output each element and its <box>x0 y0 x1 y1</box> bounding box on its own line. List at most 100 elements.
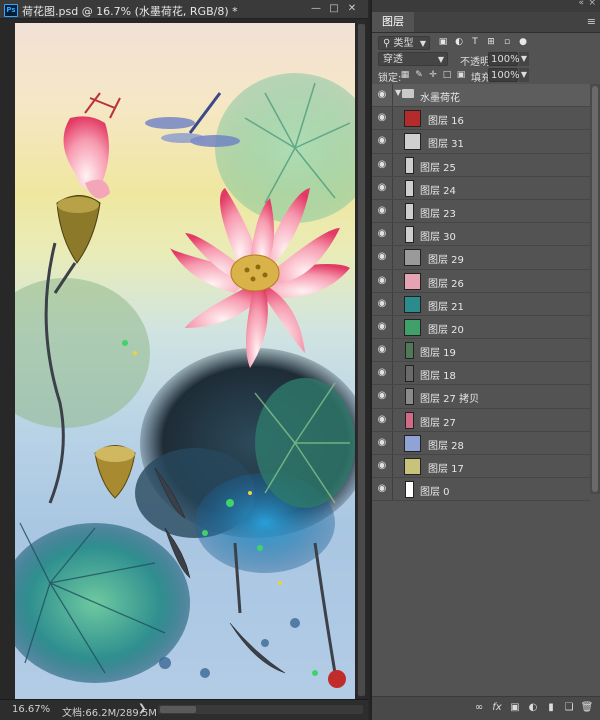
filter-shape-icon[interactable]: ⊞ <box>486 37 496 48</box>
minimize-icon[interactable]: — <box>309 2 323 16</box>
filter-toggle-icon[interactable]: ● <box>518 37 528 48</box>
document-vertical-scrollbar[interactable] <box>357 20 366 698</box>
layer-row[interactable]: ◉ 图层 27 拷贝 <box>372 385 590 409</box>
lock-all-icon[interactable]: ▣ <box>456 69 466 81</box>
layer-style-fx-icon[interactable]: fx <box>490 701 504 715</box>
visibility-eye-icon[interactable]: ◉ <box>376 112 388 124</box>
layer-group-row[interactable]: ◉ ▼ 水墨荷花 <box>372 84 590 108</box>
layer-row[interactable]: ◉ 图层 27 <box>372 408 590 432</box>
layers-panel-toolbar: ∞ fx ▣ ◐ ▮ ❏ 🗑 <box>372 696 600 720</box>
visibility-eye-icon[interactable]: ◉ <box>376 367 388 379</box>
layer-row[interactable]: ◉ 图层 25 <box>372 153 590 177</box>
document-tab[interactable]: Ps 荷花图.psd @ 16.7% (水墨荷花, RGB/8) * — □ ✕ <box>0 0 368 19</box>
layer-name: 图层 31 <box>428 139 464 151</box>
filter-kind-select[interactable]: ⚲ 类型 ▼ <box>378 36 430 50</box>
lock-position-icon[interactable]: ✛ <box>428 69 438 81</box>
layer-thumbnail <box>404 249 421 267</box>
layer-row[interactable]: ◉ 图层 28 <box>372 431 590 455</box>
layer-row[interactable]: ◉ 图层 26 <box>372 269 590 293</box>
zoom-level[interactable]: 16.67% <box>12 704 50 715</box>
new-layer-icon[interactable]: ❏ <box>562 701 576 715</box>
blend-mode-value: 穿透 <box>383 54 403 65</box>
layer-row[interactable]: ◉ 图层 20 <box>372 315 590 340</box>
layer-thumbnail <box>405 388 414 406</box>
document-window: Ps 荷花图.psd @ 16.7% (水墨荷花, RGB/8) * — □ ✕ <box>0 0 368 720</box>
layer-row[interactable]: ◉ 图层 19 <box>372 339 590 363</box>
visibility-eye-icon[interactable]: ◉ <box>376 135 388 147</box>
filter-type-icon[interactable]: T <box>470 37 480 48</box>
visibility-eye-icon[interactable]: ◉ <box>376 483 388 495</box>
opacity-chevron-down-icon[interactable]: ▼ <box>519 52 529 66</box>
layer-row[interactable]: ◉ 图层 31 <box>372 130 590 154</box>
layer-row[interactable]: ◉ 图层 16 <box>372 107 590 131</box>
new-group-folder-icon[interactable]: ▮ <box>544 701 558 715</box>
filter-adjustment-icon[interactable]: ◐ <box>454 37 464 48</box>
link-layers-icon[interactable]: ∞ <box>472 701 486 715</box>
visibility-eye-icon[interactable]: ◉ <box>376 390 388 402</box>
lock-image-pixels-icon[interactable]: ✎ <box>414 69 424 81</box>
layer-row[interactable]: ◉ 图层 29 <box>372 246 590 270</box>
visibility-eye-icon[interactable]: ◉ <box>376 251 388 263</box>
filter-pixel-icon[interactable]: ▣ <box>438 37 448 48</box>
layer-row[interactable]: ◉ 图层 17 <box>372 455 590 479</box>
row-divider <box>392 153 393 176</box>
fill-field[interactable]: 100% <box>488 68 520 82</box>
document-horizontal-scrollbar[interactable] <box>158 705 363 714</box>
visibility-eye-icon[interactable]: ◉ <box>376 159 388 171</box>
layer-row[interactable]: ◉ 图层 24 <box>372 176 590 200</box>
layer-thumbnail <box>405 342 414 360</box>
layer-name: 图层 26 <box>428 278 464 290</box>
layer-name: 图层 20 <box>428 324 464 336</box>
panel-menu-icon[interactable]: ≡ <box>587 15 596 28</box>
layers-scroll-thumb[interactable] <box>592 86 598 492</box>
visibility-eye-icon[interactable]: ◉ <box>376 298 388 310</box>
lock-artboard-icon[interactable]: □ <box>442 69 452 81</box>
opacity-field[interactable]: 100% <box>488 52 520 66</box>
visibility-eye-icon[interactable]: ◉ <box>376 205 388 217</box>
visibility-eye-icon[interactable]: ◉ <box>376 344 388 356</box>
close-icon[interactable]: ✕ <box>345 2 359 16</box>
group-name: 水墨荷花 <box>420 93 460 104</box>
layer-row[interactable]: ◉ 图层 21 <box>372 292 590 316</box>
new-adjustment-layer-icon[interactable]: ◐ <box>526 701 540 715</box>
delete-layer-trash-icon[interactable]: 🗑 <box>580 701 594 715</box>
layer-name: 图层 19 <box>420 348 456 360</box>
layer-name: 图层 25 <box>420 162 456 174</box>
row-divider <box>392 84 393 107</box>
layer-row[interactable]: ◉ 图层 0 <box>372 478 590 502</box>
lock-transparent-pixels-icon[interactable]: ▦ <box>400 69 410 81</box>
filter-smart-object-icon[interactable]: ▫ <box>502 37 512 48</box>
status-menu-arrow-icon[interactable]: ❯ <box>138 703 146 714</box>
visibility-eye-icon[interactable]: ◉ <box>376 275 388 287</box>
close-panel-icon[interactable]: × <box>588 0 596 8</box>
visibility-eye-icon[interactable]: ◉ <box>376 182 388 194</box>
layer-row[interactable]: ◉ 图层 23 <box>372 199 590 224</box>
layers-scrollbar[interactable] <box>590 84 600 494</box>
layer-row[interactable]: ◉ 图层 30 <box>372 223 590 247</box>
layer-row[interactable]: ◉ 图层 18 <box>372 362 590 386</box>
fill-chevron-down-icon[interactable]: ▼ <box>519 68 529 82</box>
collapse-panels-icon[interactable]: « <box>578 0 584 8</box>
layer-thumbnail <box>404 434 421 452</box>
layer-thumbnail <box>405 156 414 174</box>
lotus-painting-canvas[interactable] <box>15 23 355 701</box>
add-mask-icon[interactable]: ▣ <box>508 701 522 715</box>
tab-layers[interactable]: 图层 <box>372 12 414 32</box>
blend-mode-select[interactable]: 穿透 ▼ <box>378 52 448 66</box>
vertical-scroll-thumb[interactable] <box>358 24 365 696</box>
lock-fill-row: 锁定: ▦ ✎ ✛ □ ▣ 填充: 100% ▼ <box>376 68 598 84</box>
layer-thumbnail <box>404 295 421 313</box>
visibility-eye-icon[interactable]: ◉ <box>376 460 388 472</box>
expand-arrow-icon[interactable]: ▼ <box>395 88 401 97</box>
visibility-eye-icon[interactable]: ◉ <box>376 321 388 333</box>
visibility-eye-icon[interactable]: ◉ <box>376 437 388 449</box>
maximize-icon[interactable]: □ <box>327 2 341 16</box>
layer-name: 图层 29 <box>428 255 464 267</box>
canvas-area[interactable] <box>0 19 368 701</box>
blend-opacity-row: 穿透 ▼ 不透明度: 100% ▼ <box>376 52 598 68</box>
layer-thumbnail <box>405 365 414 383</box>
visibility-eye-icon[interactable]: ◉ <box>376 89 388 101</box>
horizontal-scroll-thumb[interactable] <box>160 706 196 713</box>
visibility-eye-icon[interactable]: ◉ <box>376 228 388 240</box>
visibility-eye-icon[interactable]: ◉ <box>376 414 388 426</box>
